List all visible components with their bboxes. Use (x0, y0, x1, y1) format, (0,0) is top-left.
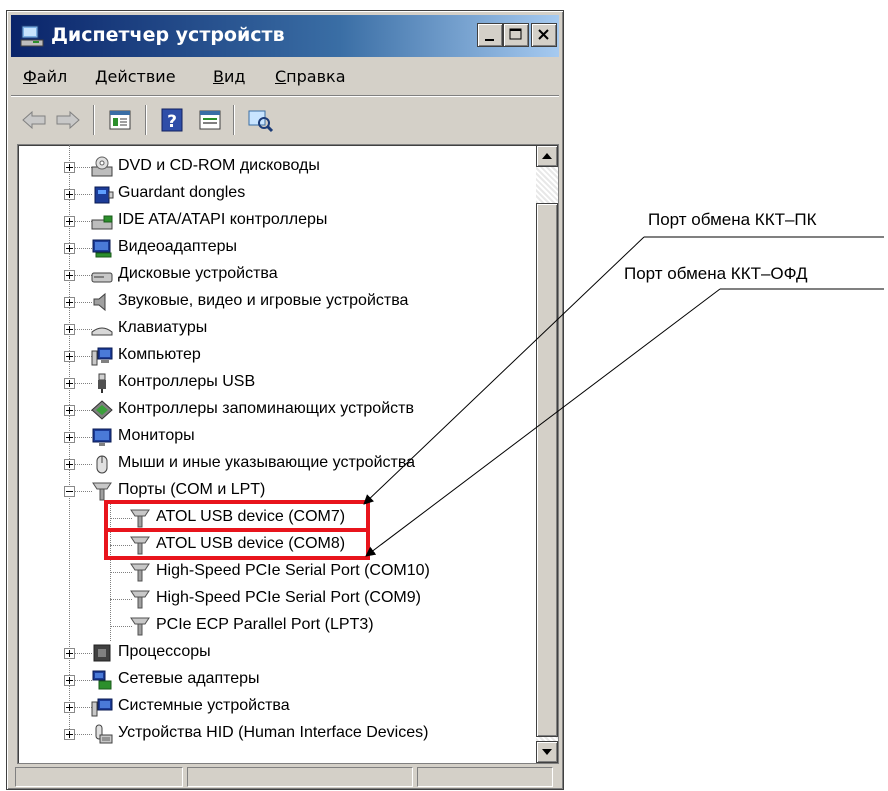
callout-arrow-com7 (363, 236, 645, 505)
callout-leaders (363, 236, 884, 557)
callout-arrow-com8 (365, 288, 721, 557)
